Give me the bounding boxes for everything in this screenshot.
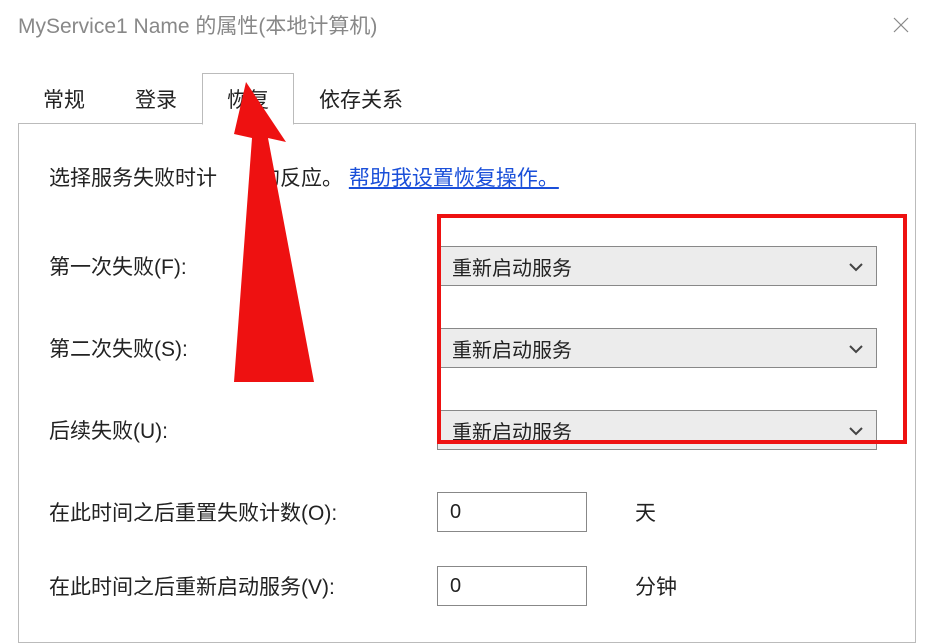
label-subsequent-failures: 后续失败(U): <box>49 415 437 445</box>
tab-recovery[interactable]: 恢复 <box>202 73 294 125</box>
tab-logon[interactable]: 登录 <box>110 73 202 125</box>
unit-days: 天 <box>635 497 656 527</box>
label-restart-after: 在此时间之后重新启动服务(V): <box>49 571 437 601</box>
close-button[interactable] <box>886 10 916 40</box>
tab-bar: 常规 登录 恢复 依存关系 <box>0 72 934 124</box>
label-first-failure: 第一次失败(F): <box>49 251 437 281</box>
unit-minutes: 分钟 <box>635 571 677 601</box>
intro-prefix: 选择服务失败时计 <box>49 167 217 190</box>
combo-subsequent-failures[interactable]: 重新启动服务 <box>437 410 877 450</box>
combo-second-failure-value: 重新启动服务 <box>452 334 572 363</box>
intro-suffix: 的反应。 <box>259 167 343 190</box>
tab-general[interactable]: 常规 <box>18 73 110 125</box>
input-reset-days[interactable]: 0 <box>437 492 587 532</box>
chevron-down-icon <box>848 419 864 442</box>
combo-first-failure[interactable]: 重新启动服务 <box>437 246 877 286</box>
tab-panel-recovery: 选择服务失败时计算机的反应。 帮助我设置恢复操作。 第一次失败(F): 重新启动… <box>18 123 916 643</box>
combo-first-failure-value: 重新启动服务 <box>452 252 572 281</box>
combo-subsequent-failures-value: 重新启动服务 <box>452 416 572 445</box>
chevron-down-icon <box>848 255 864 278</box>
input-restart-minutes[interactable]: 0 <box>437 566 587 606</box>
label-reset-fail-count: 在此时间之后重置失败计数(O): <box>49 497 437 527</box>
intro-text: 选择服务失败时计算机的反应。 帮助我设置恢复操作。 <box>49 162 885 192</box>
close-icon <box>893 17 909 33</box>
help-link[interactable]: 帮助我设置恢复操作。 <box>349 167 559 190</box>
chevron-down-icon <box>848 337 864 360</box>
window-title: MyService1 Name 的属性(本地计算机) <box>18 10 377 40</box>
combo-second-failure[interactable]: 重新启动服务 <box>437 328 877 368</box>
tab-dependencies[interactable]: 依存关系 <box>294 73 428 125</box>
label-second-failure: 第二次失败(S): <box>49 333 437 363</box>
